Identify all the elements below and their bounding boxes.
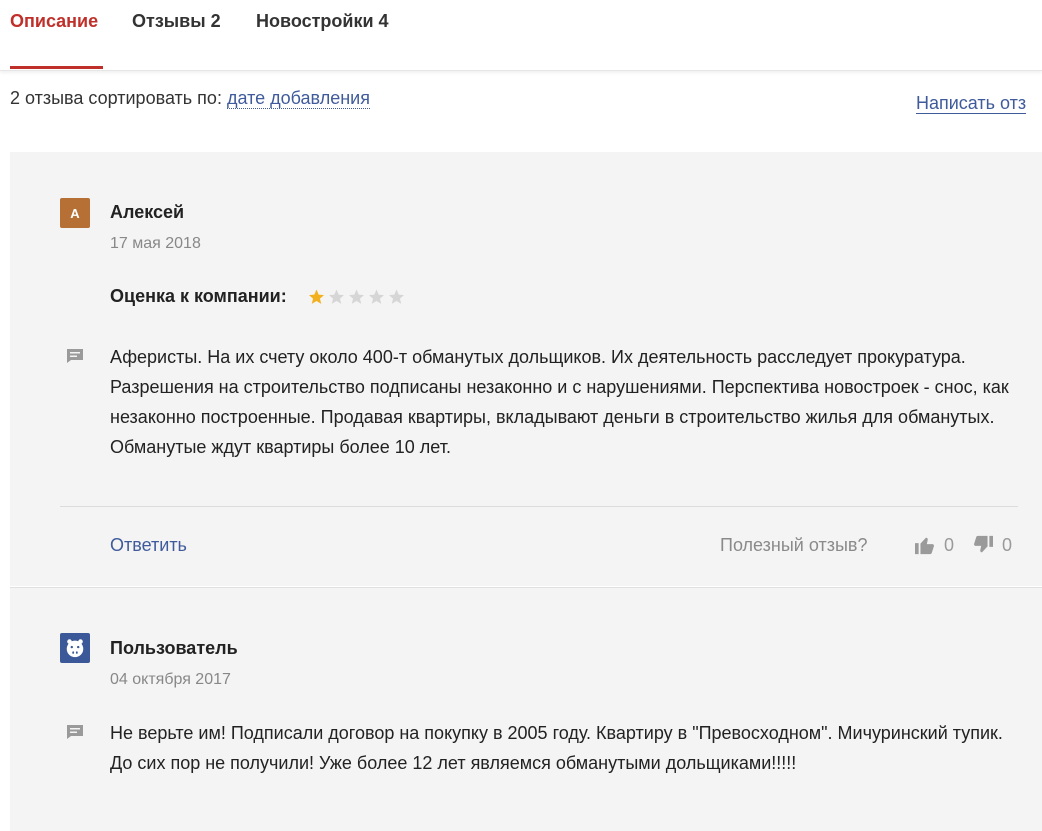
- tab-bar: Описание Отзывы 2 Новостройки 4: [0, 0, 1042, 71]
- review-card: Пользователь 04 октября 2017 Не верьте и…: [10, 587, 1042, 831]
- star-empty-icon: [368, 289, 384, 304]
- review-author: Пользователь: [110, 638, 238, 658]
- review-date: 04 октября 2017: [110, 671, 231, 688]
- like-count: 0: [944, 534, 955, 555]
- thumbs-up-icon: [915, 537, 934, 555]
- rating-label: Оценка к компании:: [110, 286, 287, 306]
- sort-prefix: 2 отзыва сортировать по:: [10, 88, 222, 108]
- tab-new-buildings[interactable]: Новостройки 4: [256, 11, 389, 35]
- rating-stars: [307, 288, 407, 306]
- active-tab-indicator: [10, 66, 103, 69]
- star-empty-icon: [328, 289, 344, 304]
- star-empty-icon: [348, 289, 364, 304]
- like-button[interactable]: 0: [914, 532, 954, 558]
- thumbs-down-icon: [974, 535, 993, 553]
- avatar: [60, 633, 90, 663]
- tab-description[interactable]: Описание: [10, 11, 98, 35]
- dislike-button[interactable]: 0: [972, 532, 1012, 558]
- helpful-label: Полезный отзыв?: [720, 535, 868, 555]
- sort-row: 2 отзыва сортировать по: дате добавления: [10, 88, 370, 109]
- review-text: Не верьте им! Подписали договор на покуп…: [110, 723, 1003, 773]
- hippo-icon: [66, 639, 84, 658]
- reviews-page: Описание Отзывы 2 Новостройки 4 2 отзыва…: [0, 0, 1042, 831]
- star-empty-icon: [388, 289, 404, 304]
- dislike-count: 0: [1002, 534, 1013, 555]
- sort-by-date-link[interactable]: дате добавления: [226, 88, 370, 109]
- reply-button[interactable]: Ответить: [110, 535, 187, 556]
- review-divider: [60, 506, 1018, 507]
- comment-icon: [67, 349, 83, 363]
- comment-icon: [67, 725, 83, 739]
- tab-reviews[interactable]: Отзывы 2: [132, 11, 221, 35]
- review-text: Аферисты. На их счету около 400-т обману…: [110, 347, 1009, 457]
- review-date: 17 мая 2018: [110, 235, 201, 252]
- star-filled-icon: [308, 289, 324, 304]
- write-review-link[interactable]: Написать отз: [916, 93, 1027, 114]
- avatar: А: [60, 198, 90, 228]
- review-author: Алексей: [110, 202, 185, 222]
- review-card: А Алексей 17 мая 2018 Оценка к компании:…: [10, 152, 1042, 586]
- company-rating: Оценка к компании:: [110, 286, 407, 307]
